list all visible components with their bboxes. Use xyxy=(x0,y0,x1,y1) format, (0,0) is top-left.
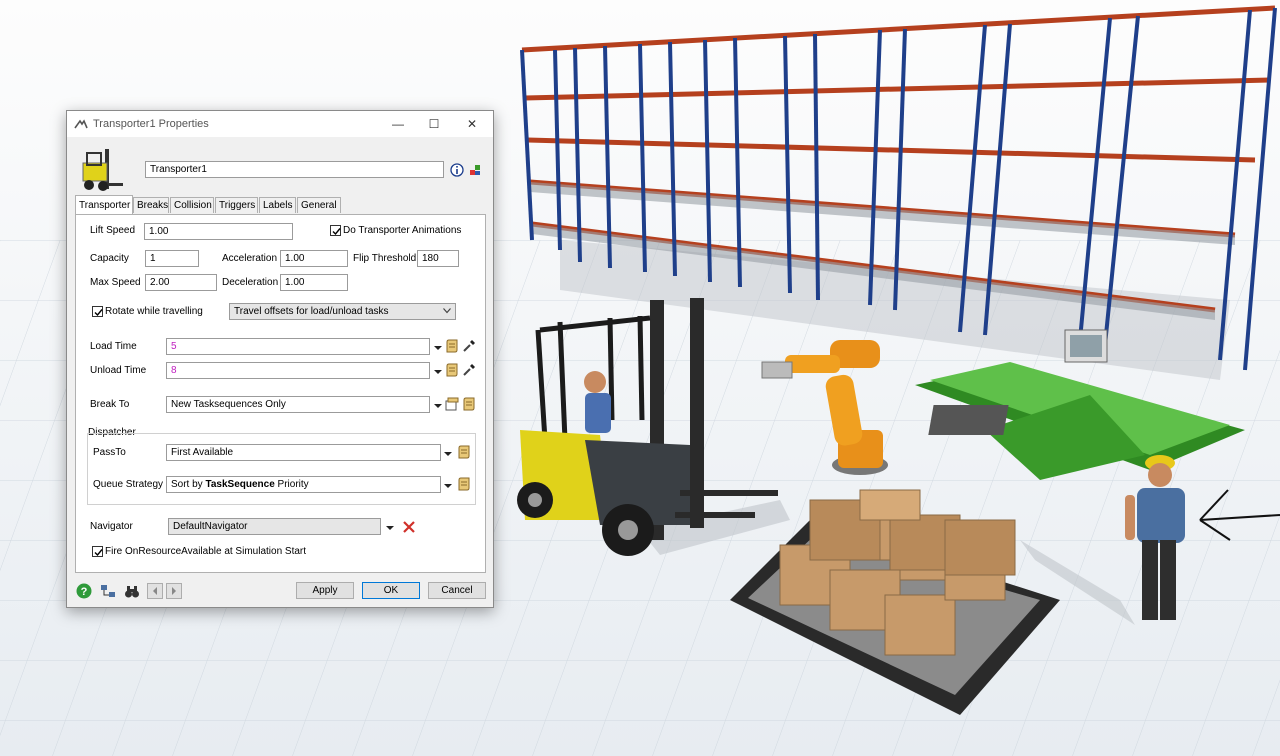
code-edit-icon[interactable] xyxy=(462,397,476,411)
max-speed-label: Max Speed xyxy=(90,277,141,288)
break-to-input[interactable]: New Tasksequences Only xyxy=(166,396,430,413)
previous-button[interactable] xyxy=(147,583,163,599)
capacity-label: Capacity xyxy=(90,253,129,264)
fire-onresource-label: Fire OnResourceAvailable at Simulation S… xyxy=(105,546,307,557)
queue-strategy-input[interactable]: Sort by TaskSequence Priority xyxy=(166,476,441,493)
queue-strategy-bold: TaskSequence xyxy=(205,479,275,490)
unload-time-dropdown-icon[interactable] xyxy=(433,367,443,377)
transporter-tab-panel: Lift Speed 1.00 Do Transporter Animation… xyxy=(75,214,486,573)
apply-button[interactable]: Apply xyxy=(296,582,354,599)
rotate-label: Rotate while travelling xyxy=(105,306,203,317)
cancel-button[interactable]: Cancel xyxy=(428,582,486,599)
rotate-checkbox[interactable] xyxy=(92,306,103,317)
acceleration-input[interactable]: 1.00 xyxy=(280,250,348,267)
eyedropper-icon[interactable] xyxy=(462,339,476,353)
code-edit-icon[interactable] xyxy=(457,477,471,491)
queue-strategy-suffix: Priority xyxy=(274,479,309,490)
object-name-input[interactable]: Transporter1 xyxy=(145,161,444,178)
travel-offsets-select[interactable]: Travel offsets for load/unload tasks xyxy=(229,303,456,320)
break-to-dropdown-icon[interactable] xyxy=(433,401,443,411)
pass-to-dropdown-icon[interactable] xyxy=(443,449,453,459)
close-button[interactable]: ✕ xyxy=(457,114,487,134)
info-icon[interactable] xyxy=(450,163,464,177)
forklift-thumbnail-icon xyxy=(75,145,125,193)
chevron-down-icon xyxy=(443,308,451,314)
svg-text:?: ? xyxy=(81,586,88,598)
binoculars-icon[interactable] xyxy=(124,583,140,599)
fire-onresource-checkbox[interactable] xyxy=(92,546,103,557)
code-edit-icon[interactable] xyxy=(445,363,459,377)
minimize-button[interactable]: — xyxy=(383,114,413,134)
properties-tree-icon[interactable] xyxy=(468,163,482,177)
navigator-label: Navigator xyxy=(90,521,133,532)
navigator-dropdown-icon[interactable] xyxy=(385,523,395,533)
transporter-icon xyxy=(74,118,88,133)
window-title: Transporter1 Properties xyxy=(93,118,209,130)
tab-general[interactable]: General xyxy=(297,197,341,213)
tab-breaks[interactable]: Breaks xyxy=(133,197,169,213)
capacity-input[interactable]: 1 xyxy=(145,250,199,267)
ok-button[interactable]: OK xyxy=(362,582,420,599)
queue-strategy-prefix: Sort by xyxy=(171,479,206,490)
pass-to-input[interactable]: First Available xyxy=(166,444,441,461)
deceleration-label: Deceleration xyxy=(222,277,279,288)
delete-x-icon[interactable] xyxy=(402,520,416,534)
travel-offsets-value: Travel offsets for load/unload tasks xyxy=(234,306,389,317)
tab-labels[interactable]: Labels xyxy=(259,197,296,213)
maximize-button[interactable]: ☐ xyxy=(419,114,449,134)
flip-threshold-input[interactable]: 180 xyxy=(417,250,459,267)
queue-strategy-label: Queue Strategy xyxy=(93,479,164,490)
code-edit-icon[interactable] xyxy=(457,445,471,459)
window-titlebar[interactable]: Transporter1 Properties — ☐ ✕ xyxy=(67,111,493,137)
deceleration-input[interactable]: 1.00 xyxy=(280,274,348,291)
navigator-input[interactable]: DefaultNavigator xyxy=(168,518,381,535)
eyedropper-icon[interactable] xyxy=(462,363,476,377)
chevron-right-icon xyxy=(172,587,176,595)
tab-transporter[interactable]: Transporter xyxy=(75,195,133,214)
queue-strategy-dropdown-icon[interactable] xyxy=(443,481,453,491)
tree-view-icon[interactable] xyxy=(100,583,116,599)
code-edit-icon[interactable] xyxy=(445,339,459,353)
lift-speed-label: Lift Speed xyxy=(90,225,136,236)
unload-time-input[interactable]: 8 xyxy=(166,362,430,379)
tab-triggers[interactable]: Triggers xyxy=(215,197,258,213)
load-time-input[interactable]: 5 xyxy=(166,338,430,355)
chevron-left-icon xyxy=(153,587,157,595)
max-speed-input[interactable]: 2.00 xyxy=(145,274,217,291)
help-icon[interactable]: ? xyxy=(76,583,92,599)
load-time-dropdown-icon[interactable] xyxy=(433,343,443,353)
acceleration-label: Acceleration xyxy=(222,253,278,264)
properties-window[interactable]: Transporter1 Properties — ☐ ✕ Transporte… xyxy=(66,110,494,608)
break-to-label: Break To xyxy=(90,399,130,410)
do-animations-label: Do Transporter Animations xyxy=(343,225,462,236)
load-time-label: Load Time xyxy=(90,341,137,352)
flip-threshold-label: Flip Threshold xyxy=(353,253,417,264)
next-button[interactable] xyxy=(166,583,182,599)
do-animations-checkbox[interactable] xyxy=(330,225,341,236)
lift-speed-input[interactable]: 1.00 xyxy=(144,223,293,240)
pass-to-label: PassTo xyxy=(93,447,126,458)
template-icon[interactable] xyxy=(445,397,459,411)
unload-time-label: Unload Time xyxy=(90,365,147,376)
tab-collision[interactable]: Collision xyxy=(170,197,214,213)
